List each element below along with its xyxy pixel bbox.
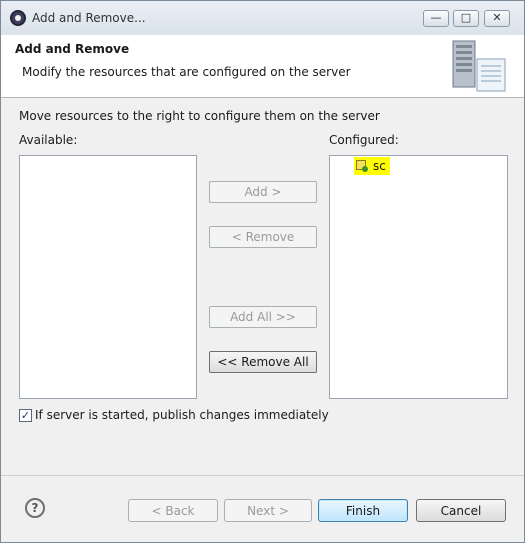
available-list[interactable] bbox=[19, 155, 197, 399]
back-button[interactable]: < Back bbox=[128, 499, 218, 522]
configured-list[interactable]: sc bbox=[329, 155, 508, 399]
publish-option[interactable]: ✓ If server is started, publish changes … bbox=[19, 408, 329, 422]
configured-item-label: sc bbox=[373, 159, 386, 173]
remove-all-button[interactable]: << Remove All bbox=[209, 351, 317, 373]
configured-item-sc[interactable]: sc bbox=[354, 157, 390, 175]
instruction-text: Move resources to the right to configure… bbox=[19, 109, 380, 123]
server-icon bbox=[452, 40, 506, 92]
window-title: Add and Remove... bbox=[32, 11, 146, 25]
maximize-icon: □ bbox=[460, 11, 472, 24]
title-bar[interactable]: Add and Remove... — □ ✕ bbox=[1, 1, 524, 35]
close-icon: ✕ bbox=[492, 11, 502, 24]
page-title: Add and Remove bbox=[15, 42, 130, 56]
next-button[interactable]: Next > bbox=[224, 499, 312, 522]
publish-checkbox-label: If server is started, publish changes im… bbox=[35, 408, 329, 422]
footer-separator bbox=[1, 475, 524, 476]
page-description: Modify the resources that are configured… bbox=[22, 65, 351, 79]
close-button[interactable]: ✕ bbox=[484, 10, 510, 27]
help-icon[interactable]: ? bbox=[25, 498, 45, 518]
add-remove-dialog: Add and Remove... — □ ✕ Add and Remove M… bbox=[0, 0, 525, 543]
configured-label: Configured: bbox=[329, 133, 399, 147]
available-label: Available: bbox=[19, 133, 78, 147]
eclipse-app-icon bbox=[10, 10, 26, 26]
add-button[interactable]: Add > bbox=[209, 181, 317, 203]
finish-button[interactable]: Finish bbox=[318, 499, 408, 522]
minimize-icon: — bbox=[430, 11, 442, 24]
minimize-button[interactable]: — bbox=[423, 10, 449, 27]
web-module-icon bbox=[356, 160, 368, 172]
maximize-button[interactable]: □ bbox=[453, 10, 479, 27]
cancel-button[interactable]: Cancel bbox=[416, 499, 506, 522]
publish-checkbox[interactable]: ✓ bbox=[19, 408, 32, 422]
add-all-button[interactable]: Add All >> bbox=[209, 306, 317, 328]
remove-button[interactable]: < Remove bbox=[209, 226, 317, 248]
wizard-header: Add and Remove Modify the resources that… bbox=[1, 35, 524, 98]
